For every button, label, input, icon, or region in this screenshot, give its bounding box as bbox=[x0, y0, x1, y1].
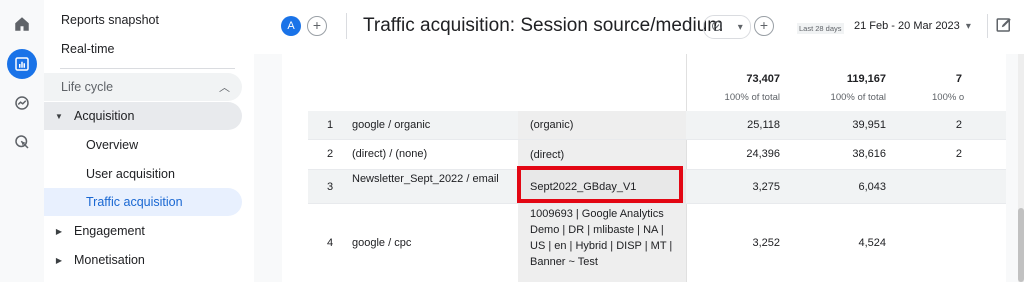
row-index: 1 bbox=[326, 119, 334, 131]
caret-down-icon: ▼ bbox=[55, 111, 63, 121]
nav-acquisition-label: Acquisition bbox=[74, 109, 135, 123]
source-medium-link[interactable]: google / cpc bbox=[352, 237, 411, 249]
add-filter-icon[interactable]: + bbox=[754, 16, 774, 36]
dim2-cell: (organic) bbox=[518, 111, 686, 139]
nav-monetisation[interactable]: ▶ Monetisation bbox=[44, 246, 242, 274]
caret-right-icon: ▶ bbox=[55, 255, 63, 265]
metric-value: 6,043 bbox=[858, 181, 886, 193]
check-circle-icon bbox=[711, 20, 723, 35]
total-value: 73,407 bbox=[746, 73, 780, 85]
highlight-annotation bbox=[517, 166, 683, 203]
row-index: 2 bbox=[326, 148, 334, 160]
total-pct: 100% of total bbox=[830, 92, 886, 103]
caret-right-icon: ▶ bbox=[55, 226, 63, 236]
metric-value: 3,275 bbox=[752, 181, 780, 193]
vertical-scrollbar[interactable] bbox=[1018, 54, 1024, 282]
nav-life-cycle-label: Life cycle bbox=[61, 80, 114, 94]
total-pct: 100% of total bbox=[724, 92, 780, 103]
nav-monetisation-label: Monetisation bbox=[74, 253, 145, 267]
comparison-avatar[interactable]: A bbox=[281, 16, 301, 36]
metric-value: 25,118 bbox=[747, 119, 780, 131]
nav-reports-snapshot-label: Reports snapshot bbox=[61, 13, 159, 27]
page-title: Traffic acquisition: Session source/medi… bbox=[363, 15, 724, 36]
report-header: A + Traffic acquisition: Session source/… bbox=[254, 0, 1024, 54]
nav-overview-label: Overview bbox=[86, 138, 139, 152]
nav-user-acquisition-label: User acquisition bbox=[86, 167, 175, 181]
chevron-down-icon: ▾ bbox=[737, 21, 743, 33]
status-chip[interactable]: ▾ bbox=[703, 15, 751, 39]
header-divider bbox=[346, 13, 347, 39]
reports-icon[interactable] bbox=[7, 49, 37, 79]
report-content: 73,407 100% of total 119,167 100% of tot… bbox=[254, 54, 1024, 282]
metric-value: 39,951 bbox=[852, 119, 886, 131]
explore-icon[interactable] bbox=[7, 88, 37, 118]
nav-divider bbox=[60, 68, 235, 69]
icon-rail bbox=[0, 0, 45, 282]
date-range-text: 21 Feb - 20 Mar 2023 bbox=[854, 20, 960, 32]
table-row[interactable] bbox=[308, 204, 1006, 282]
metric-value: 3,252 bbox=[752, 237, 780, 249]
metric-value: 4,524 bbox=[858, 237, 886, 249]
row-index: 3 bbox=[326, 181, 334, 193]
home-icon[interactable] bbox=[7, 9, 37, 39]
nav-realtime-label: Real-time bbox=[61, 42, 115, 56]
nav-life-cycle-section[interactable]: Life cycle ︿ bbox=[44, 73, 242, 101]
metric-value: 2 bbox=[955, 119, 962, 131]
source-medium-link[interactable]: Newsletter_Sept_2022 / email bbox=[352, 172, 502, 187]
nav-realtime[interactable]: Real-time bbox=[44, 35, 259, 63]
metric-value: 24,396 bbox=[746, 148, 780, 160]
chevron-up-icon: ︿ bbox=[219, 82, 230, 94]
total-pct: 100% o bbox=[932, 92, 965, 103]
nav-overview[interactable]: Overview bbox=[44, 131, 242, 159]
nav-traffic-acquisition-label: Traffic acquisition bbox=[86, 195, 183, 209]
advertising-icon[interactable] bbox=[7, 127, 37, 157]
metric-value: 2 bbox=[955, 148, 962, 160]
nav-engagement-label: Engagement bbox=[74, 224, 145, 238]
dim2-text: (organic) bbox=[530, 119, 574, 131]
chevron-down-icon: ▾ bbox=[965, 21, 971, 32]
metric-value: 38,616 bbox=[852, 148, 886, 160]
total-value: 7 bbox=[955, 73, 962, 85]
source-medium-link[interactable]: (direct) / (none) bbox=[352, 148, 427, 160]
total-value: 119,167 bbox=[846, 73, 886, 85]
nav-reports-snapshot[interactable]: Reports snapshot bbox=[44, 6, 259, 34]
header-divider bbox=[987, 14, 988, 38]
nav-user-acquisition[interactable]: User acquisition bbox=[44, 160, 242, 188]
customize-report-icon[interactable] bbox=[995, 16, 1013, 34]
add-comparison-icon[interactable]: + bbox=[307, 16, 327, 36]
nav-engagement[interactable]: ▶ Engagement bbox=[44, 217, 242, 245]
reports-nav: Reports snapshot Real-time Life cycle ︿ … bbox=[44, 0, 254, 282]
nav-acquisition[interactable]: ▼ Acquisition bbox=[44, 102, 242, 130]
row-index: 4 bbox=[326, 237, 334, 249]
date-range-picker[interactable]: 21 Feb - 20 Mar 2023 ▾ bbox=[854, 20, 971, 32]
scrollbar-thumb[interactable] bbox=[1018, 208, 1024, 282]
source-medium-link[interactable]: google / organic bbox=[352, 119, 430, 131]
nav-traffic-acquisition[interactable]: Traffic acquisition bbox=[44, 188, 242, 216]
date-preset-label: Last 28 days bbox=[797, 23, 844, 34]
